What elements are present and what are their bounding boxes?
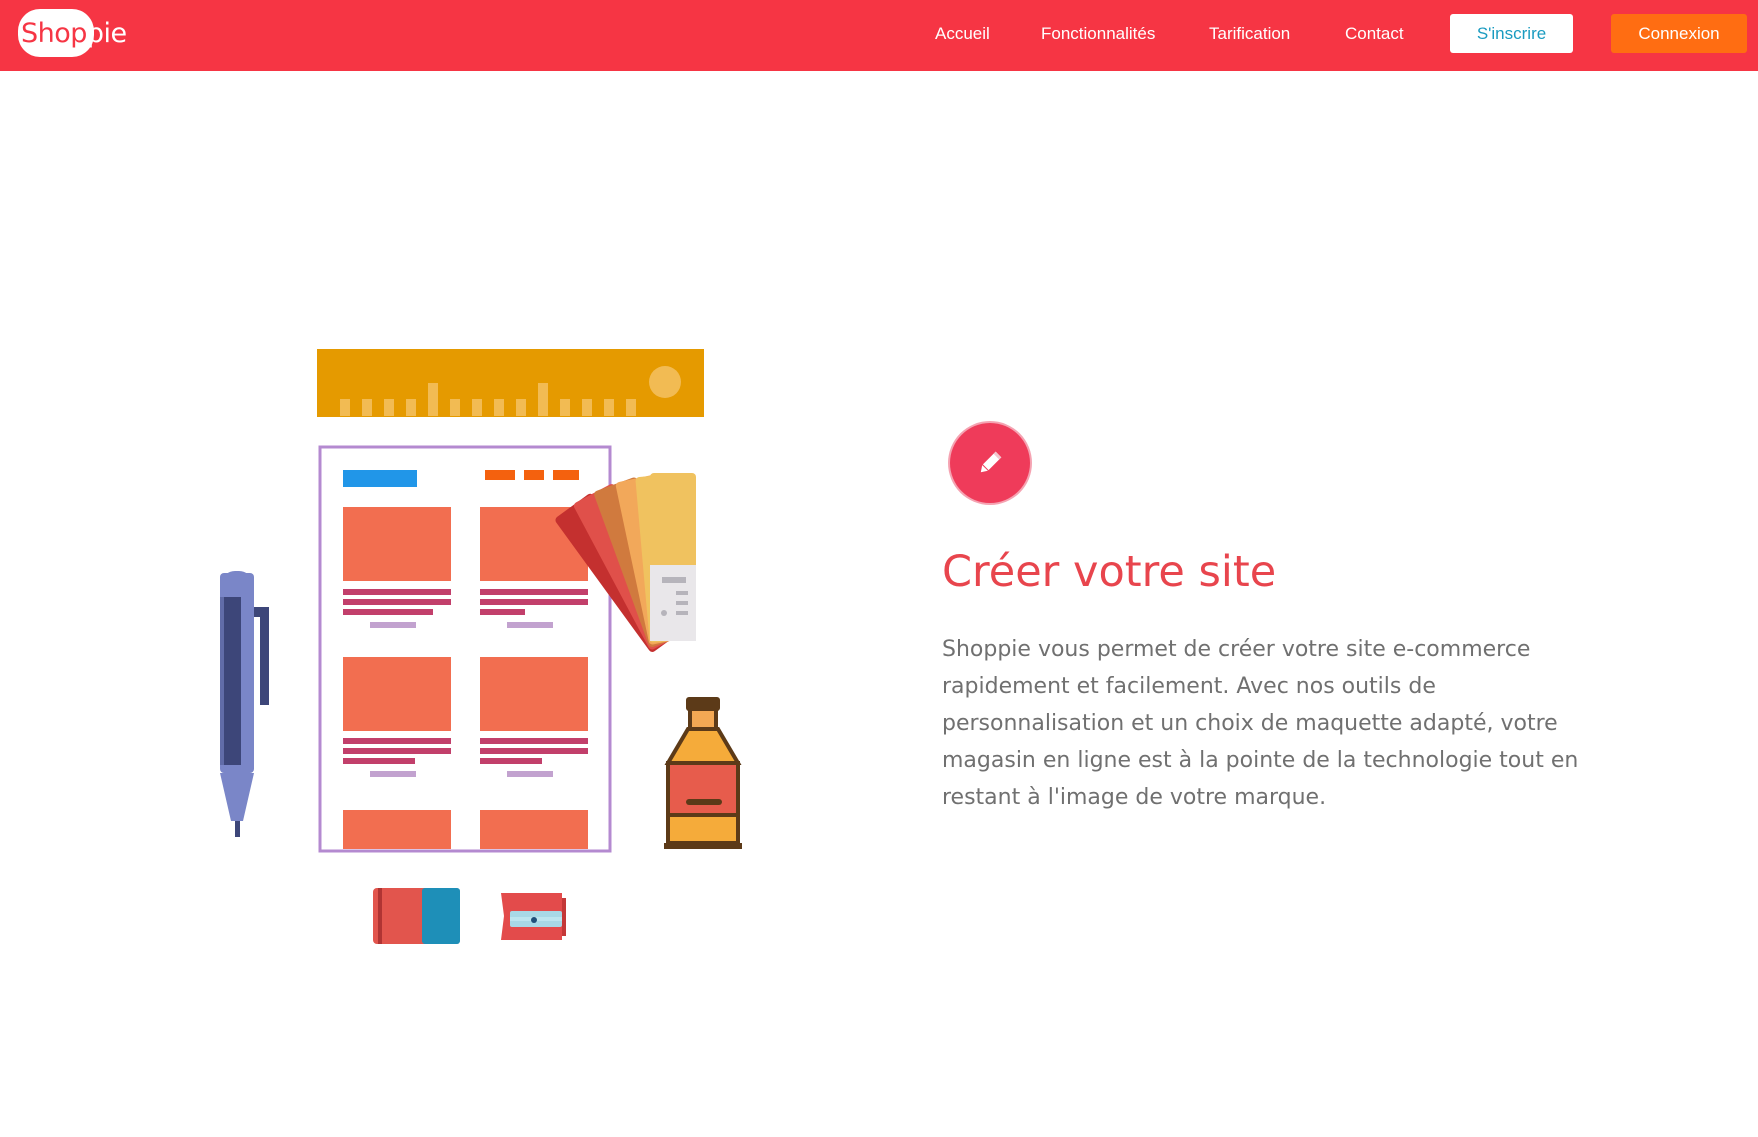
logo-text-shop: Shop bbox=[21, 17, 87, 49]
pen-icon bbox=[220, 571, 269, 837]
logo-text-pie: pie bbox=[86, 17, 127, 49]
feature-title: Créer votre site bbox=[942, 547, 1277, 597]
ruler-icon bbox=[317, 349, 704, 417]
feature-description: Shoppie vous permet de créer votre site … bbox=[942, 637, 1579, 810]
nav-link-fonctionnalites[interactable]: Fonctionnalités bbox=[1041, 22, 1155, 46]
login-button[interactable]: Connexion bbox=[1611, 14, 1747, 53]
nav-link-contact[interactable]: Contact bbox=[1345, 22, 1404, 46]
signup-button[interactable]: S'inscrire bbox=[1450, 14, 1573, 53]
shoppie-logo[interactable]: Shoppie bbox=[18, 9, 140, 57]
design-tools-illustration bbox=[210, 345, 820, 950]
nav-link-accueil[interactable]: Accueil bbox=[935, 22, 990, 46]
top-navbar: Shoppie Accueil Fonctionnalités Tarifica… bbox=[0, 0, 1758, 71]
paint-tube-icon bbox=[664, 697, 742, 849]
pencil-sharpener-icon bbox=[501, 893, 566, 940]
feature-pencil-badge bbox=[950, 423, 1030, 503]
nav-link-tarification[interactable]: Tarification bbox=[1209, 22, 1290, 46]
pencil-icon bbox=[980, 451, 1002, 473]
eraser-icon bbox=[373, 888, 460, 944]
website-mockup-icon bbox=[318, 445, 612, 853]
logo-text: Shoppie bbox=[18, 18, 127, 49]
